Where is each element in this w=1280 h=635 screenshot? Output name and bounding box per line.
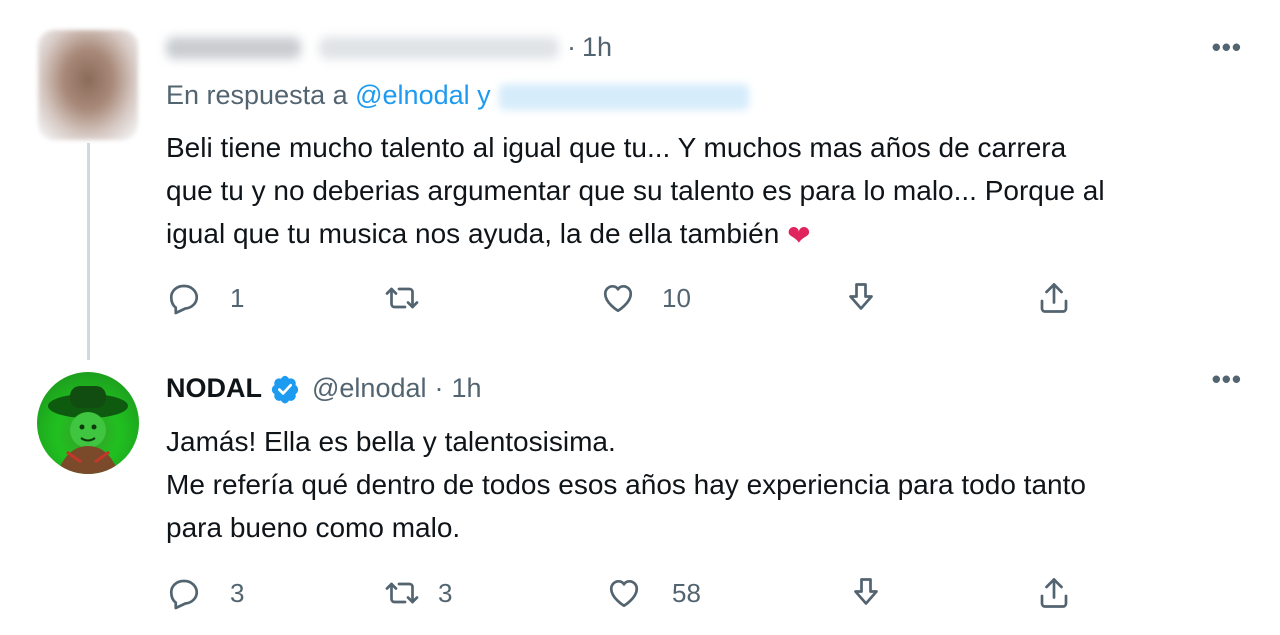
verified-badge-icon [271, 375, 299, 403]
download-button[interactable] [843, 280, 879, 316]
blurred-handle [319, 36, 559, 59]
display-name[interactable]: NODAL [166, 373, 262, 404]
tweet[interactable]: NODAL @elnodal · 1h ••• Jamás! Ella es b… [0, 340, 1280, 635]
tweet-text-line-content: igual que tu musica nos ayuda, la de ell… [166, 218, 780, 249]
retweet-button[interactable] [384, 280, 448, 316]
blurred-reply-handle [498, 83, 749, 110]
tweet-text: Jamás! Ella es bella y talentosisima. Me… [166, 420, 1246, 549]
blurred-display-name [166, 36, 301, 59]
retweet-button[interactable]: 3 [384, 575, 452, 611]
separator-dot: · [434, 373, 444, 403]
share-button[interactable] [1036, 575, 1072, 611]
share-button[interactable] [1036, 280, 1072, 316]
tweet-actions: 3 3 58 [166, 575, 1246, 615]
separator-dot: · [567, 32, 576, 62]
heart-emoji: ❤ [787, 220, 811, 252]
like-button[interactable]: 58 [606, 575, 701, 611]
retweet-icon [385, 287, 419, 309]
tweet-text: Beli tiene mucho talento al igual que tu… [166, 126, 1246, 257]
share-icon [1040, 578, 1068, 608]
reply-join: y [469, 80, 491, 110]
reply-icon [169, 284, 199, 315]
tweet-actions: 1 10 [166, 280, 1246, 320]
tweet-text-line: igual que tu musica nos ayuda, la de ell… [166, 212, 1246, 257]
reply-count: 1 [230, 282, 245, 313]
avatar[interactable] [38, 30, 138, 140]
tweet-text-line: que tu y no deberias argumentar que su t… [166, 175, 1105, 206]
tweet-text-line: Me refería qué dentro de todos esos años… [166, 469, 1086, 500]
more-icon[interactable]: ••• [1212, 364, 1242, 395]
tweet-time[interactable]: 1h [452, 373, 482, 404]
reply-handle-link[interactable]: @elnodal [355, 80, 470, 110]
user-handle[interactable]: @elnodal [312, 373, 427, 404]
share-icon [1040, 283, 1068, 313]
tweet-text-line: para bueno como malo. [166, 512, 461, 543]
reply-count: 3 [230, 577, 245, 608]
tweet-header: NODAL @elnodal · 1h [166, 373, 482, 404]
download-icon [849, 283, 873, 310]
tweet-header: · 1h [166, 32, 612, 63]
tweet[interactable]: · 1h ••• En respuesta a @elnodal y Beli … [0, 0, 1280, 360]
tweet-text-line: Beli tiene mucho talento al igual que tu… [166, 132, 1067, 163]
like-icon [609, 579, 639, 608]
reply-button[interactable]: 1 [166, 280, 244, 316]
thread-line [87, 143, 90, 360]
avatar-image [48, 386, 128, 474]
reply-icon [169, 579, 199, 610]
download-button[interactable] [848, 575, 884, 611]
like-button[interactable]: 10 [600, 280, 691, 316]
retweet-count: 3 [438, 577, 453, 608]
like-count: 58 [672, 577, 701, 608]
reply-context: En respuesta a @elnodal y [166, 80, 749, 111]
avatar[interactable] [37, 372, 139, 474]
reply-button[interactable]: 3 [166, 575, 244, 611]
more-icon[interactable]: ••• [1212, 32, 1242, 63]
like-icon [603, 284, 633, 313]
tweet-text-line: Jamás! Ella es bella y talentosisima. [166, 426, 616, 457]
reply-prefix: En respuesta a [166, 80, 356, 110]
like-count: 10 [662, 282, 691, 313]
tweet-time[interactable]: 1h [582, 32, 612, 63]
retweet-icon [385, 582, 419, 604]
download-icon [854, 578, 878, 605]
